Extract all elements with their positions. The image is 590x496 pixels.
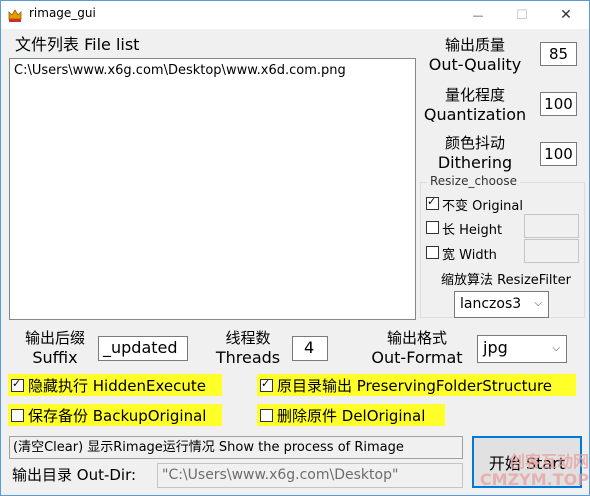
- quality-label-en: Out-Quality: [428, 55, 522, 74]
- title-bar: rimage_gui — ☐ ✕: [1, 1, 589, 29]
- suffix-label-cn: 输出后缀: [24, 329, 85, 347]
- dithering-input[interactable]: 100: [540, 142, 577, 166]
- original-checkbox[interactable]: ✓: [426, 195, 439, 210]
- status-clear-button[interactable]: (清空Clear) 显示Rimage运行情况 Show the process …: [9, 436, 463, 459]
- width-checkbox[interactable]: [426, 246, 439, 259]
- height-input[interactable]: [524, 214, 579, 238]
- chevron-down-icon: ⌵: [534, 298, 542, 309]
- close-button[interactable]: ✕: [544, 1, 588, 29]
- resize-filter-value: lanczos3: [460, 296, 522, 312]
- resize-group-title: Resize_choose: [427, 174, 520, 188]
- height-checkbox[interactable]: [426, 221, 439, 234]
- watermark-line1: 创客互动网: [508, 452, 589, 471]
- check-icon: ✓: [261, 377, 271, 390]
- suffix-input[interactable]: _updated: [98, 336, 188, 361]
- width-label: 宽 Width: [442, 248, 497, 263]
- window-title: rimage_gui: [29, 6, 96, 20]
- file-list-item[interactable]: C:\Users\www.x6g.com\Desktop\www.x6d.com…: [14, 63, 346, 78]
- watermark: 创客互动网 CMZYM.TOP: [459, 453, 589, 489]
- close-icon: ✕: [560, 7, 572, 23]
- original-label: 不变 Original: [442, 199, 524, 214]
- backup-original-label: 保存备份 BackupOriginal: [28, 407, 207, 425]
- threads-input[interactable]: 4: [292, 336, 328, 361]
- threads-label-cn: 线程数: [225, 329, 271, 347]
- resize-filter-label: 缩放算法 ResizeFilter: [441, 273, 571, 288]
- resize-filter-select[interactable]: lanczos3 ⌵: [454, 291, 549, 318]
- maximize-button[interactable]: ☐: [500, 1, 544, 29]
- format-value: jpg: [483, 338, 508, 357]
- threads-label-en: Threads: [215, 348, 281, 367]
- quantization-label-en: Quantization: [423, 105, 527, 124]
- height-label: 长 Height: [442, 223, 503, 238]
- quantization-input[interactable]: 100: [540, 92, 577, 116]
- quality-input[interactable]: 85: [540, 42, 577, 66]
- preserve-structure-label: 原目录输出 PreservingFolderStructure: [277, 377, 553, 395]
- del-original-checkbox[interactable]: [260, 409, 273, 422]
- format-label-cn: 输出格式: [386, 329, 447, 347]
- chevron-down-icon: ⌵: [552, 343, 560, 354]
- quantization-label-cn: 量化程度: [444, 86, 505, 104]
- suffix-label-en: Suffix: [32, 348, 78, 367]
- del-original-label: 删除原件 DelOriginal: [277, 407, 426, 425]
- watermark-line2: CMZYM.TOP: [479, 470, 589, 489]
- app-icon: [8, 9, 22, 22]
- preserve-structure-checkbox[interactable]: ✓: [260, 377, 273, 392]
- hidden-execute-label: 隐藏执行 HiddenExecute: [28, 377, 206, 395]
- maximize-icon: ☐: [516, 7, 528, 23]
- dithering-label-en: Dithering: [437, 153, 513, 172]
- width-input[interactable]: [524, 239, 579, 263]
- minimize-icon: —: [472, 8, 484, 22]
- file-list[interactable]: C:\Users\www.x6g.com\Desktop\www.x6d.com…: [9, 58, 416, 320]
- out-dir-label: 输出目录 Out-Dir:: [12, 466, 137, 484]
- check-icon: ✓: [12, 377, 22, 390]
- check-icon: ✓: [427, 195, 437, 208]
- quality-label-cn: 输出质量: [444, 36, 505, 54]
- file-list-label: 文件列表 File list: [15, 35, 140, 54]
- format-label-en: Out-Format: [371, 348, 463, 367]
- backup-original-checkbox[interactable]: [11, 409, 24, 422]
- dithering-label-cn: 颜色抖动: [444, 134, 505, 152]
- minimize-button[interactable]: —: [456, 1, 500, 29]
- hidden-execute-checkbox[interactable]: ✓: [11, 377, 24, 392]
- out-dir-input[interactable]: "C:\Users\www.x6g.com\Desktop": [157, 463, 463, 488]
- format-select[interactable]: jpg ⌵: [477, 335, 567, 363]
- app-window: rimage_gui — ☐ ✕ 文件列表 File list C:\Users…: [0, 0, 590, 496]
